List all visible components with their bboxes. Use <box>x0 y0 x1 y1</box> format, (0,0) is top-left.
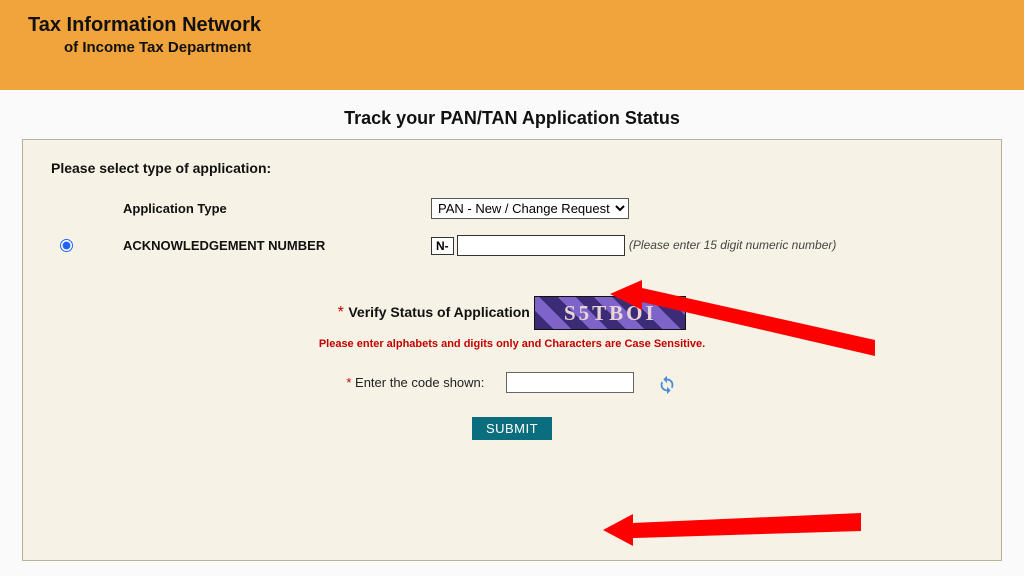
form-table: Application Type PAN - New / Change Requ… <box>51 190 973 264</box>
row-ack: ACKNOWLEDGEMENT NUMBER N- (Please enter … <box>51 227 973 264</box>
code-label: Enter the code shown: <box>355 375 484 390</box>
header-banner: Tax Information Network of Income Tax De… <box>0 0 1024 90</box>
header-subtitle: of Income Tax Department <box>64 39 1024 56</box>
select-application-type[interactable]: PAN - New / Change Request <box>431 198 629 219</box>
header-title: Tax Information Network <box>28 14 1024 37</box>
row-app-type: Application Type PAN - New / Change Requ… <box>51 190 973 227</box>
annotation-arrow-2 <box>603 508 863 548</box>
verify-title: Verify Status of Application <box>348 304 530 320</box>
radio-ack-number[interactable] <box>60 239 73 252</box>
page-title: Track your PAN/TAN Application Status <box>0 108 1024 129</box>
submit-button[interactable]: SUBMIT <box>472 417 552 440</box>
annotation-arrow-1 <box>610 280 880 370</box>
label-app-type: Application Type <box>123 201 227 216</box>
form-instruction: Please select type of application: <box>51 160 973 176</box>
refresh-captcha-icon[interactable] <box>656 375 678 390</box>
input-captcha-code[interactable] <box>506 372 634 393</box>
ack-prefix: N- <box>431 237 454 255</box>
label-ack-number: ACKNOWLEDGEMENT NUMBER <box>123 238 325 253</box>
ack-hint: (Please enter 15 digit numeric number) <box>629 238 836 252</box>
input-ack-number[interactable] <box>457 235 625 256</box>
code-row: * Enter the code shown: <box>51 372 973 395</box>
